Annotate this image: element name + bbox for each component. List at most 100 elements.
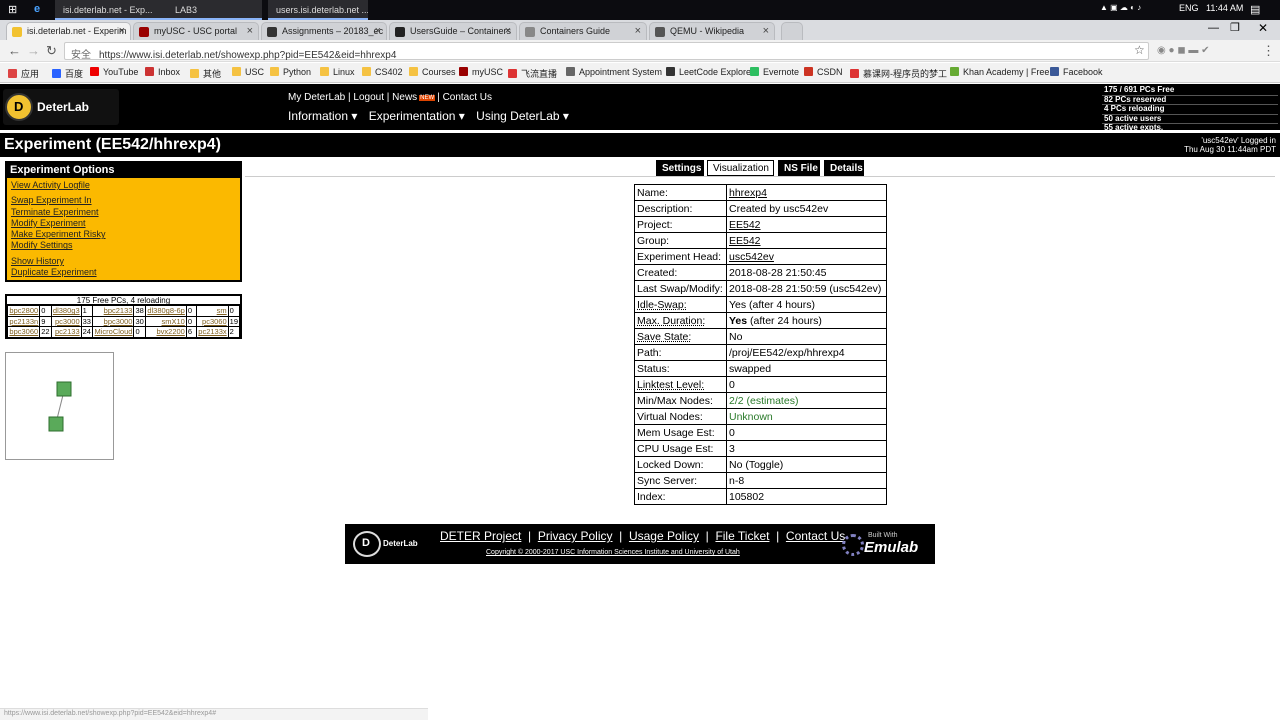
extension-icons[interactable]: ◉ ● ◼ ▬ ✔ xyxy=(1157,45,1210,56)
bookmark-item[interactable]: 其他 xyxy=(190,67,221,80)
bookmark-item[interactable]: LeetCode Explore xyxy=(666,67,751,77)
tab-close-icon[interactable]: × xyxy=(375,25,381,37)
tab-visualization[interactable]: Visualization xyxy=(707,160,774,176)
tab-details[interactable]: Details xyxy=(824,160,864,176)
footer-link-usage-policy[interactable]: Usage Policy xyxy=(629,529,699,543)
option-link[interactable]: Terminate Experiment xyxy=(11,207,240,218)
taskbar-window-3[interactable]: users.isi.deterlab.net ... xyxy=(268,0,368,20)
pc-type-link[interactable]: smX10 xyxy=(144,315,187,327)
bookmark-item[interactable]: Courses xyxy=(409,67,456,77)
bookmark-item[interactable]: YouTube xyxy=(90,67,138,77)
pc-type-link[interactable]: pc2133n xyxy=(6,315,41,327)
menu-icon[interactable]: ⋮ xyxy=(1262,43,1275,59)
tab-close-icon[interactable]: × xyxy=(635,25,641,37)
footer-link-deter-project[interactable]: DETER Project xyxy=(440,529,521,543)
bookmark-item[interactable]: 飞流直播 xyxy=(508,67,557,80)
browser-tab[interactable]: UsersGuide – Containers × xyxy=(389,22,517,40)
browser-tab[interactable]: QEMU - Wikipedia × xyxy=(649,22,775,40)
bookmark-item[interactable]: 慕课网-程序员的梦工 xyxy=(850,67,947,80)
option-link[interactable]: Make Experiment Risky xyxy=(11,229,240,240)
footer-copyright[interactable]: Copyright © 2000-2017 USC Information Sc… xyxy=(486,549,740,556)
pc-type-link[interactable]: pc2133 xyxy=(50,326,82,338)
tab-close-icon[interactable]: × xyxy=(505,25,511,37)
back-icon[interactable]: ← xyxy=(8,43,21,58)
footer-link-file-ticket[interactable]: File Ticket xyxy=(715,529,769,543)
option-link[interactable]: Modify Settings xyxy=(11,240,240,251)
pc-type-link[interactable]: MicroCloud xyxy=(91,326,135,338)
bookmark-item[interactable]: Evernote xyxy=(750,67,799,77)
option-link[interactable]: Modify Experiment xyxy=(11,218,240,229)
forward-icon[interactable]: → xyxy=(27,43,40,58)
bookmark-item[interactable]: Appointment System xyxy=(566,67,662,77)
bookmark-item[interactable]: Facebook xyxy=(1050,67,1103,77)
deterlab-logo[interactable]: D DeterLab xyxy=(3,89,119,125)
option-link[interactable]: View Activity Logfile xyxy=(11,180,240,191)
tab-close-icon[interactable]: × xyxy=(119,25,125,37)
tray-time[interactable]: 11:44 AM xyxy=(1206,3,1243,13)
new-tab-button[interactable] xyxy=(781,22,803,40)
bookmark-item[interactable]: Khan Academy | Free xyxy=(950,67,1049,77)
tab-close-icon[interactable]: × xyxy=(247,25,253,37)
pc-type-link[interactable]: bvx2200 xyxy=(144,326,187,338)
taskbar-window-2[interactable]: LAB3 xyxy=(167,0,262,20)
info-value[interactable]: usc542ev xyxy=(729,251,774,263)
option-link[interactable]: Show History xyxy=(11,256,240,267)
bookmark-item[interactable]: CSDN xyxy=(804,67,843,77)
info-key[interactable]: Save State: xyxy=(637,331,691,343)
minimize-icon[interactable]: — xyxy=(1208,22,1219,34)
reload-icon[interactable]: ↻ xyxy=(46,43,57,59)
url-input[interactable]: 安全 https://www.isi.deterlab.net/showexp.p… xyxy=(64,42,1149,61)
browser-tab[interactable]: myUSC - USC portal × xyxy=(133,22,259,40)
close-window-icon[interactable]: ✕ xyxy=(1258,21,1268,35)
info-value[interactable]: hhrexp4 xyxy=(729,187,767,199)
tab-ns-file[interactable]: NS File xyxy=(778,160,820,176)
pc-type-link[interactable]: sm xyxy=(195,305,229,317)
info-value[interactable]: EE542 xyxy=(729,219,761,231)
edge-icon[interactable]: e xyxy=(34,3,40,15)
menu-information[interactable]: Information ▾ xyxy=(288,109,357,123)
star-icon[interactable]: ☆ xyxy=(1134,43,1145,57)
pc-type-link[interactable]: bpc2800 xyxy=(6,305,41,317)
info-key[interactable]: Linktest Level: xyxy=(637,379,704,391)
pc-type-link[interactable]: pc2133x xyxy=(195,326,229,338)
emulab-badge[interactable]: Built With Emulab xyxy=(842,532,927,558)
pc-type-link[interactable]: pc3000 xyxy=(50,315,82,327)
menu-using-deterlab[interactable]: Using DeterLab ▾ xyxy=(476,109,569,123)
link-news[interactable]: News xyxy=(392,92,417,103)
link-logout[interactable]: Logout xyxy=(353,92,384,103)
option-link[interactable]: Swap Experiment In xyxy=(11,195,240,206)
tray-lang[interactable]: ENG xyxy=(1179,3,1199,13)
pc-type-link[interactable]: dl380g8-6p xyxy=(144,305,187,317)
footer-link-privacy-policy[interactable]: Privacy Policy xyxy=(538,529,613,543)
option-link[interactable]: Duplicate Experiment xyxy=(11,267,240,278)
pc-type-link[interactable]: bpc3060 xyxy=(6,326,41,338)
tray-chevron-icon[interactable]: ▲ ▣ ☁ ◐ ♪ xyxy=(1100,3,1141,12)
footer-link-contact-us[interactable]: Contact Us xyxy=(786,529,845,543)
notification-icon[interactable]: ▤ xyxy=(1250,3,1260,16)
pc-type-link[interactable]: bpc2133 xyxy=(91,305,135,317)
pc-type-link[interactable]: bpc3000 xyxy=(91,315,135,327)
bookmark-item[interactable]: 应用 xyxy=(8,67,39,80)
bookmark-item[interactable]: Inbox xyxy=(145,67,180,77)
link-my-deterlab[interactable]: My DeterLab xyxy=(288,92,345,103)
browser-tab[interactable]: Containers Guide × xyxy=(519,22,647,40)
browser-tab[interactable]: isi.deterlab.net - Experim × xyxy=(6,22,131,40)
info-key[interactable]: Idle-Swap: xyxy=(637,299,687,311)
pc-type-link[interactable]: pc3060 xyxy=(195,315,229,327)
topology-thumbnail[interactable] xyxy=(5,352,114,460)
link-contact-us[interactable]: Contact Us xyxy=(443,92,492,103)
bookmark-item[interactable]: Python xyxy=(270,67,311,77)
restore-icon[interactable]: ❐ xyxy=(1230,21,1240,34)
bookmark-item[interactable]: 百度 xyxy=(52,67,83,80)
bookmark-item[interactable]: CS402 xyxy=(362,67,403,77)
pc-type-link[interactable]: dl380g3 xyxy=(50,305,82,317)
windows-start-icon[interactable]: ⊞ xyxy=(8,3,17,16)
tab-settings[interactable]: Settings xyxy=(656,160,704,176)
bookmark-item[interactable]: Linux xyxy=(320,67,355,77)
bookmark-item[interactable]: USC xyxy=(232,67,264,77)
tab-close-icon[interactable]: × xyxy=(763,25,769,37)
bookmark-item[interactable]: myUSC xyxy=(459,67,503,77)
menu-experimentation[interactable]: Experimentation ▾ xyxy=(369,109,465,123)
info-key[interactable]: Max. Duration: xyxy=(637,315,705,327)
browser-tab[interactable]: Assignments – 20183_ec × xyxy=(261,22,387,40)
